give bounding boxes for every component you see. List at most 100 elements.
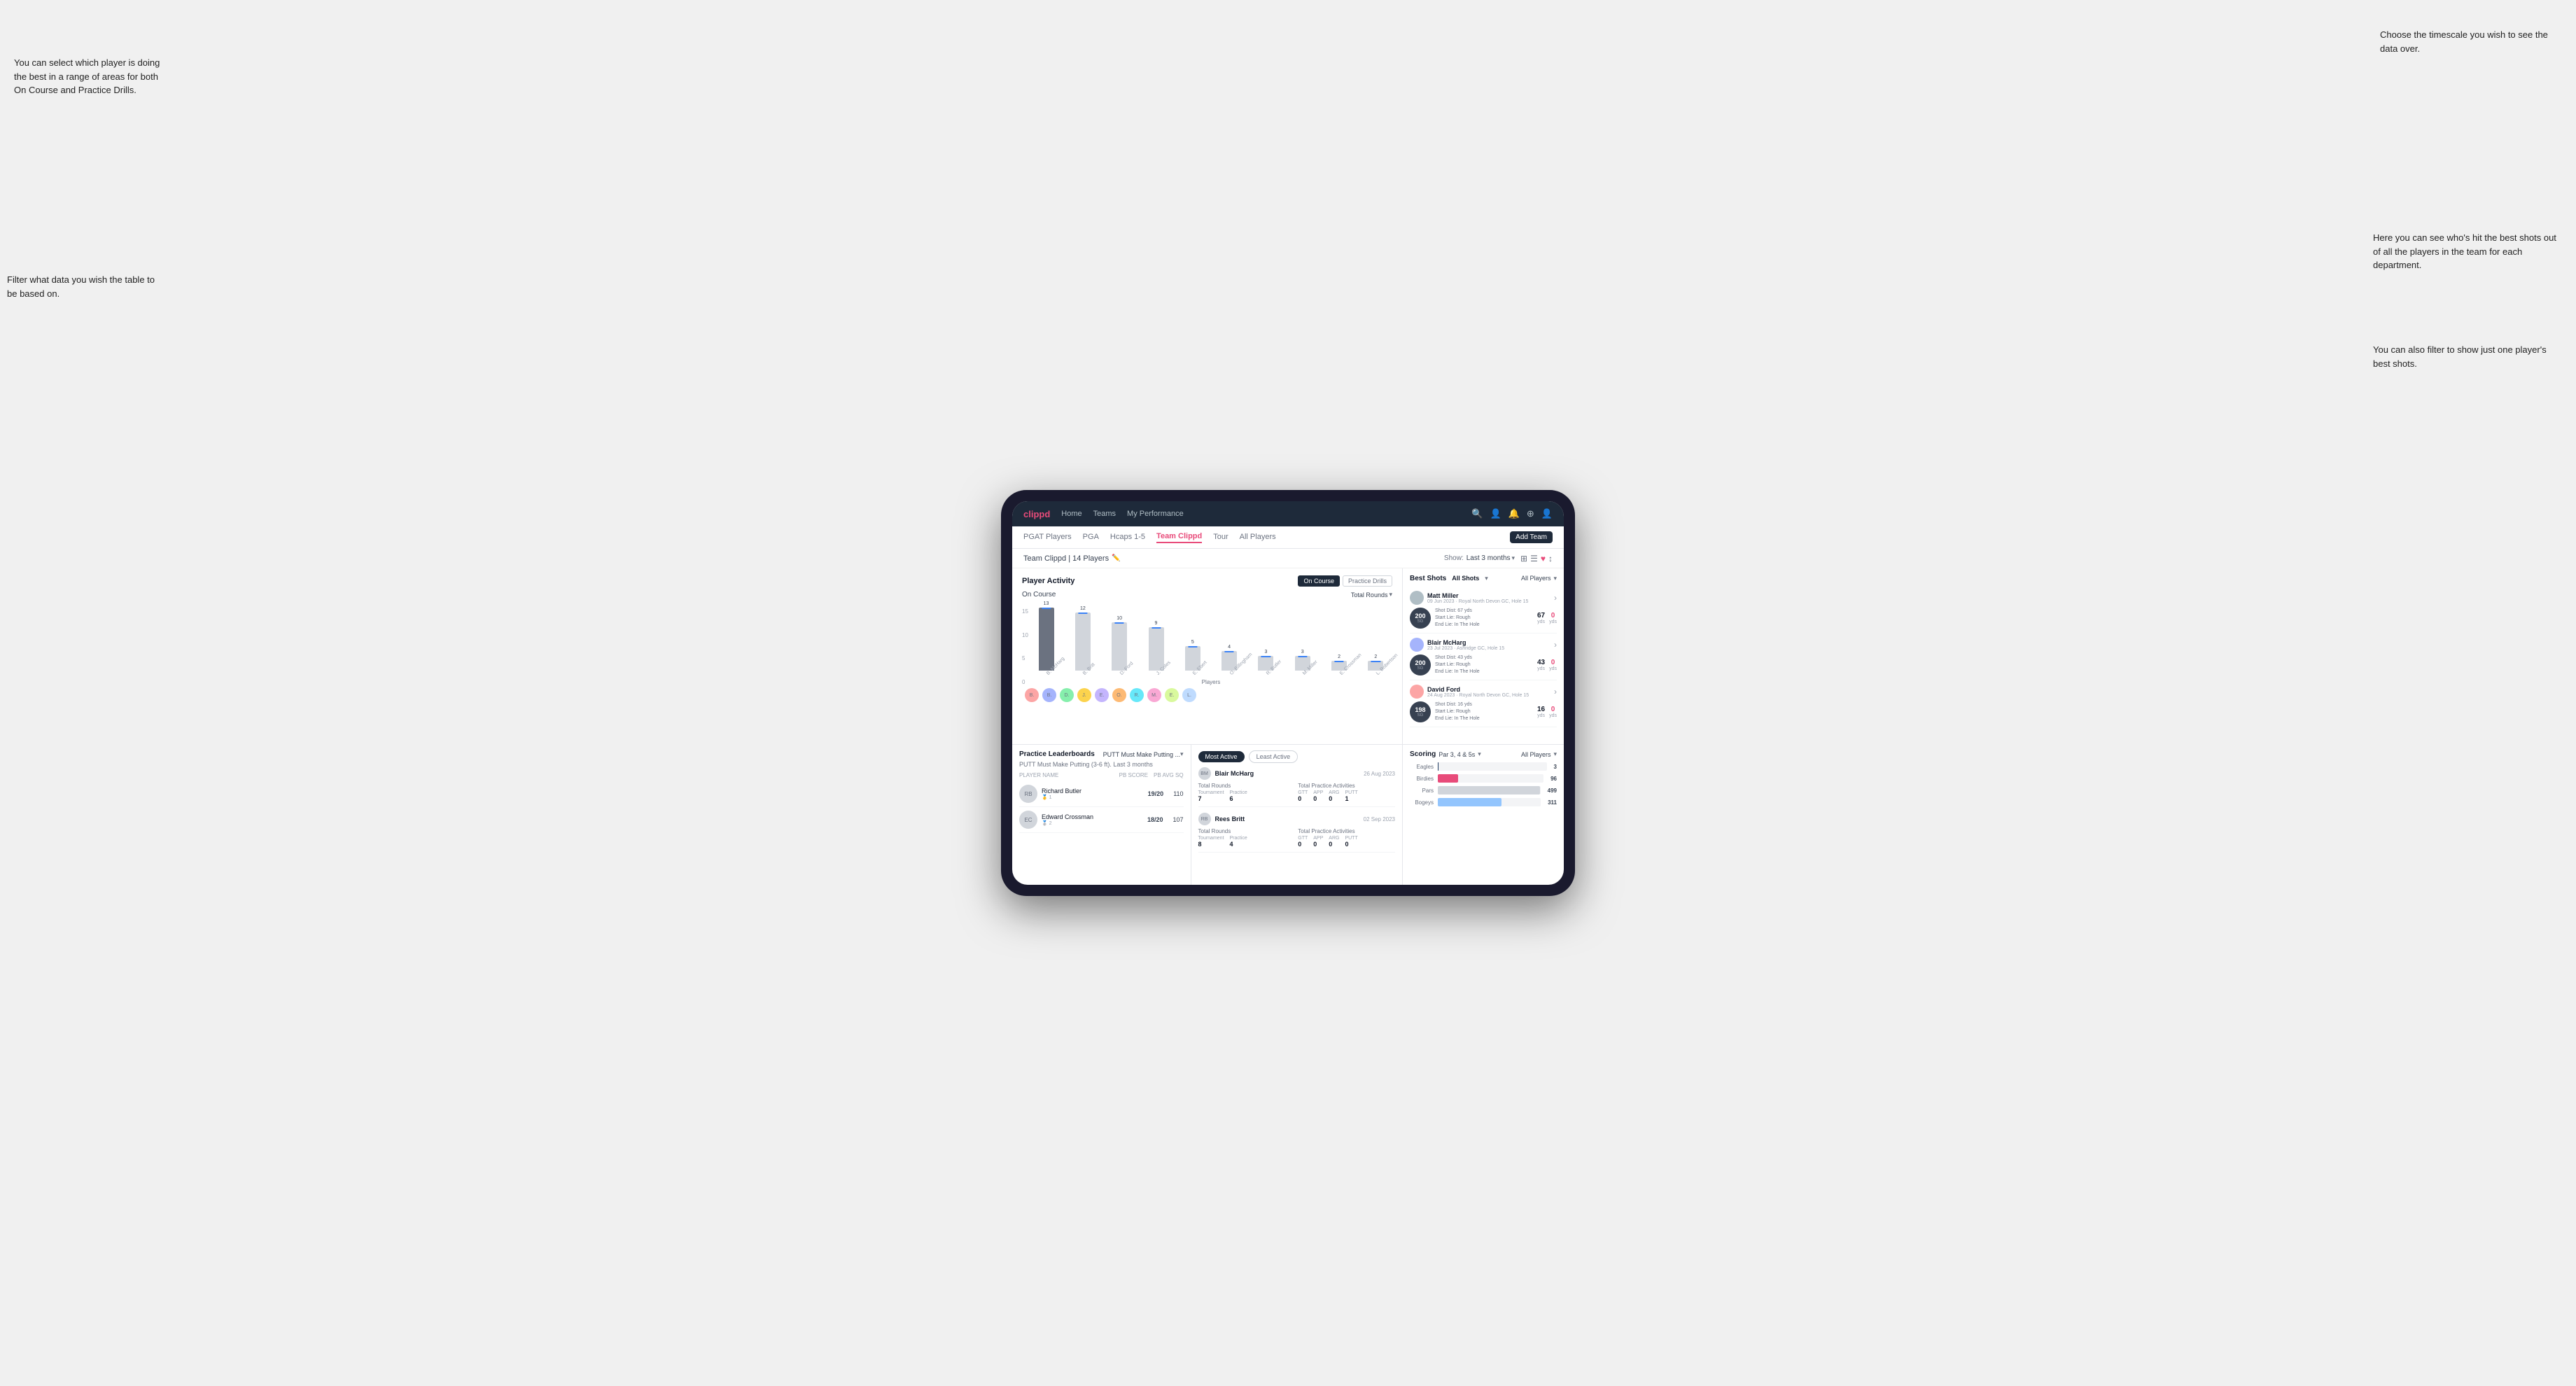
- nav-my-performance[interactable]: My Performance: [1127, 510, 1184, 518]
- bar-group-3: 9J. Coles: [1140, 621, 1172, 678]
- on-course-toggle[interactable]: On Course: [1298, 575, 1340, 587]
- shot-metrics-2: 43 yds 0 yds: [1537, 659, 1557, 671]
- bar-label-3: 9: [1155, 621, 1158, 626]
- bar-label-0: 13: [1044, 601, 1049, 606]
- arg-val-1: 0: [1329, 795, 1339, 802]
- tab-hcaps[interactable]: Hcaps 1-5: [1110, 533, 1145, 542]
- tab-pga[interactable]: PGA: [1083, 533, 1099, 542]
- search-icon[interactable]: 🔍: [1471, 508, 1483, 519]
- edit-team-icon[interactable]: ✏️: [1112, 554, 1120, 562]
- sort-icon[interactable]: ↕: [1548, 554, 1553, 564]
- practice-label-2: Practice: [1230, 836, 1247, 841]
- all-shots-tab[interactable]: All Shots: [1449, 574, 1482, 582]
- shot-player-meta-1: 09 Jun 2023 · Royal North Devon GC, Hole…: [1427, 599, 1550, 604]
- arg-label-2: ARG: [1329, 836, 1339, 841]
- practice-dropdown-chevron[interactable]: ▾: [1180, 750, 1184, 758]
- putt-val-2: 0: [1345, 841, 1357, 848]
- avatar-5: O.: [1112, 688, 1126, 702]
- player-info-1: Richard Butler 🥇 1: [1042, 788, 1144, 800]
- shot-metric-dist-3: 16 yds: [1537, 706, 1545, 718]
- bar-name-label-5: O. Billingham: [1229, 672, 1233, 676]
- shot-badge-1: 200 SG: [1410, 608, 1431, 629]
- shot-card-3: David Ford 24 Aug 2023 · Royal North Dev…: [1410, 680, 1557, 727]
- least-active-btn[interactable]: Least Active: [1249, 750, 1298, 763]
- shot-player-info-1: Matt Miller 09 Jun 2023 · Royal North De…: [1427, 592, 1550, 604]
- bar-1[interactable]: [1075, 612, 1091, 671]
- annotation-mid-right: Here you can see who's hit the best shot…: [2373, 231, 2562, 272]
- shot-card-chevron-2[interactable]: ›: [1554, 640, 1557, 650]
- chart-body: 13B. McHarg12B. Britt10D. Ford9J. Coles5…: [1030, 601, 1392, 685]
- practice-dropdown[interactable]: PUTT Must Make Putting ...: [1103, 751, 1180, 758]
- nav-logo: clippd: [1023, 509, 1050, 519]
- shot-metric-dist-2: 43 yds: [1537, 659, 1545, 671]
- user-icon[interactable]: 👤: [1490, 508, 1502, 519]
- tablet-screen: clippd Home Teams My Performance 🔍 👤 🔔 ⊕…: [1012, 501, 1564, 885]
- annotation-top-left: You can select which player is doing the…: [14, 56, 168, 97]
- players-filter-chevron[interactable]: ▾: [1553, 575, 1557, 582]
- chart-header: On Course Total Rounds ▾: [1022, 591, 1392, 598]
- shots-chevron[interactable]: ▾: [1485, 575, 1488, 582]
- add-icon[interactable]: ⊕: [1527, 508, 1534, 519]
- tab-tour[interactable]: Tour: [1213, 533, 1228, 542]
- player-row-2: EC Edward Crossman 🥈 2 18/20 107: [1019, 807, 1184, 833]
- shot-info-2: Shot Dist: 43 ydsStart Lie: RoughEnd Lie…: [1435, 654, 1533, 675]
- team-title: Team Clippd | 14 Players: [1023, 554, 1109, 563]
- profile-icon[interactable]: 👤: [1541, 508, 1553, 519]
- shot-dist-unit-3: yds: [1537, 713, 1545, 718]
- shot-badge-sg-3: SG: [1418, 713, 1424, 718]
- scoring-player-chevron[interactable]: ▾: [1553, 750, 1557, 758]
- list-view-icon[interactable]: ☰: [1530, 554, 1538, 564]
- grid-view-icon[interactable]: ⊞: [1520, 554, 1527, 564]
- shot-badge-2: 200 SG: [1410, 654, 1431, 676]
- practice-drills-toggle[interactable]: Practice Drills: [1343, 575, 1392, 587]
- x-axis-label: Players: [1030, 679, 1392, 685]
- most-active-btn[interactable]: Most Active: [1198, 751, 1245, 762]
- avatar-8: E.: [1165, 688, 1179, 702]
- bar-name-label-7: M. Miller: [1302, 672, 1306, 676]
- tab-pgat-players[interactable]: PGAT Players: [1023, 533, 1072, 542]
- scoring-filter-tab[interactable]: Par 3, 4 & 5s: [1438, 751, 1475, 758]
- add-team-button[interactable]: Add Team: [1510, 531, 1553, 543]
- col-pb-avg: PB Avg SQ: [1154, 772, 1184, 778]
- avatar-4: E.: [1095, 688, 1109, 702]
- chart-filter-dropdown[interactable]: Total Rounds: [1351, 592, 1388, 598]
- nav-home[interactable]: Home: [1061, 510, 1082, 518]
- heart-view-icon[interactable]: ♥: [1541, 554, 1546, 564]
- shot-card-chevron-3[interactable]: ›: [1554, 687, 1557, 696]
- shot-card-chevron-1[interactable]: ›: [1554, 593, 1557, 603]
- shot-badge-num-2: 200: [1415, 659, 1425, 666]
- time-filter-dropdown[interactable]: Last 3 months: [1466, 554, 1511, 562]
- bar-name-label-4: E. Ebert: [1192, 672, 1196, 676]
- tab-team-clippd[interactable]: Team Clippd: [1156, 532, 1202, 543]
- chart-filter-chevron[interactable]: ▾: [1389, 591, 1392, 598]
- shot-metrics-1: 67 yds 0 yds: [1537, 612, 1557, 624]
- active-avatar-2: RB: [1198, 813, 1211, 825]
- bar-label-2: 10: [1116, 616, 1122, 621]
- tab-all-players[interactable]: All Players: [1240, 533, 1276, 542]
- putt-label-1: PUTT: [1345, 790, 1357, 795]
- shot-player-meta-3: 24 Aug 2023 · Royal North Devon GC, Hole…: [1427, 693, 1550, 698]
- col-pb-score: PB Score: [1119, 772, 1148, 778]
- all-players-filter[interactable]: All Players: [1521, 575, 1551, 582]
- gtt-val-2: 0: [1298, 841, 1308, 848]
- shot-card-header-3: David Ford 24 Aug 2023 · Royal North Dev…: [1410, 685, 1557, 699]
- active-rounds-row-2: Tournament8 Practice4: [1198, 836, 1296, 848]
- scoring-filter-chevron[interactable]: ▾: [1478, 750, 1481, 758]
- annotation-mid-left: Filter what data you wish the table to b…: [7, 273, 161, 300]
- bar-3[interactable]: [1149, 627, 1164, 671]
- best-shots-header: Best Shots All Shots ▾ All Players ▾: [1410, 574, 1557, 582]
- bar-name-label-6: R. Butler: [1266, 672, 1270, 676]
- activity-title: Player Activity: [1022, 577, 1074, 585]
- shot-end-val-2: 0: [1551, 659, 1555, 666]
- player-row-1: RB Richard Butler 🥇 1 19/20 110: [1019, 781, 1184, 807]
- bar-0[interactable]: [1039, 608, 1054, 671]
- nav-teams[interactable]: Teams: [1093, 510, 1116, 518]
- chart-sub-title: On Course: [1022, 591, 1056, 598]
- player-avatar-2: EC: [1019, 811, 1037, 829]
- time-filter-chevron[interactable]: ▾: [1512, 554, 1516, 562]
- scoring-player-filter[interactable]: All Players: [1521, 751, 1551, 758]
- practice-section: Practice Leaderboards PUTT Must Make Put…: [1012, 745, 1191, 885]
- active-rounds-2: Total Rounds Tournament8 Practice4: [1198, 828, 1296, 848]
- bell-icon[interactable]: 🔔: [1508, 508, 1520, 519]
- bar-2[interactable]: [1112, 622, 1127, 671]
